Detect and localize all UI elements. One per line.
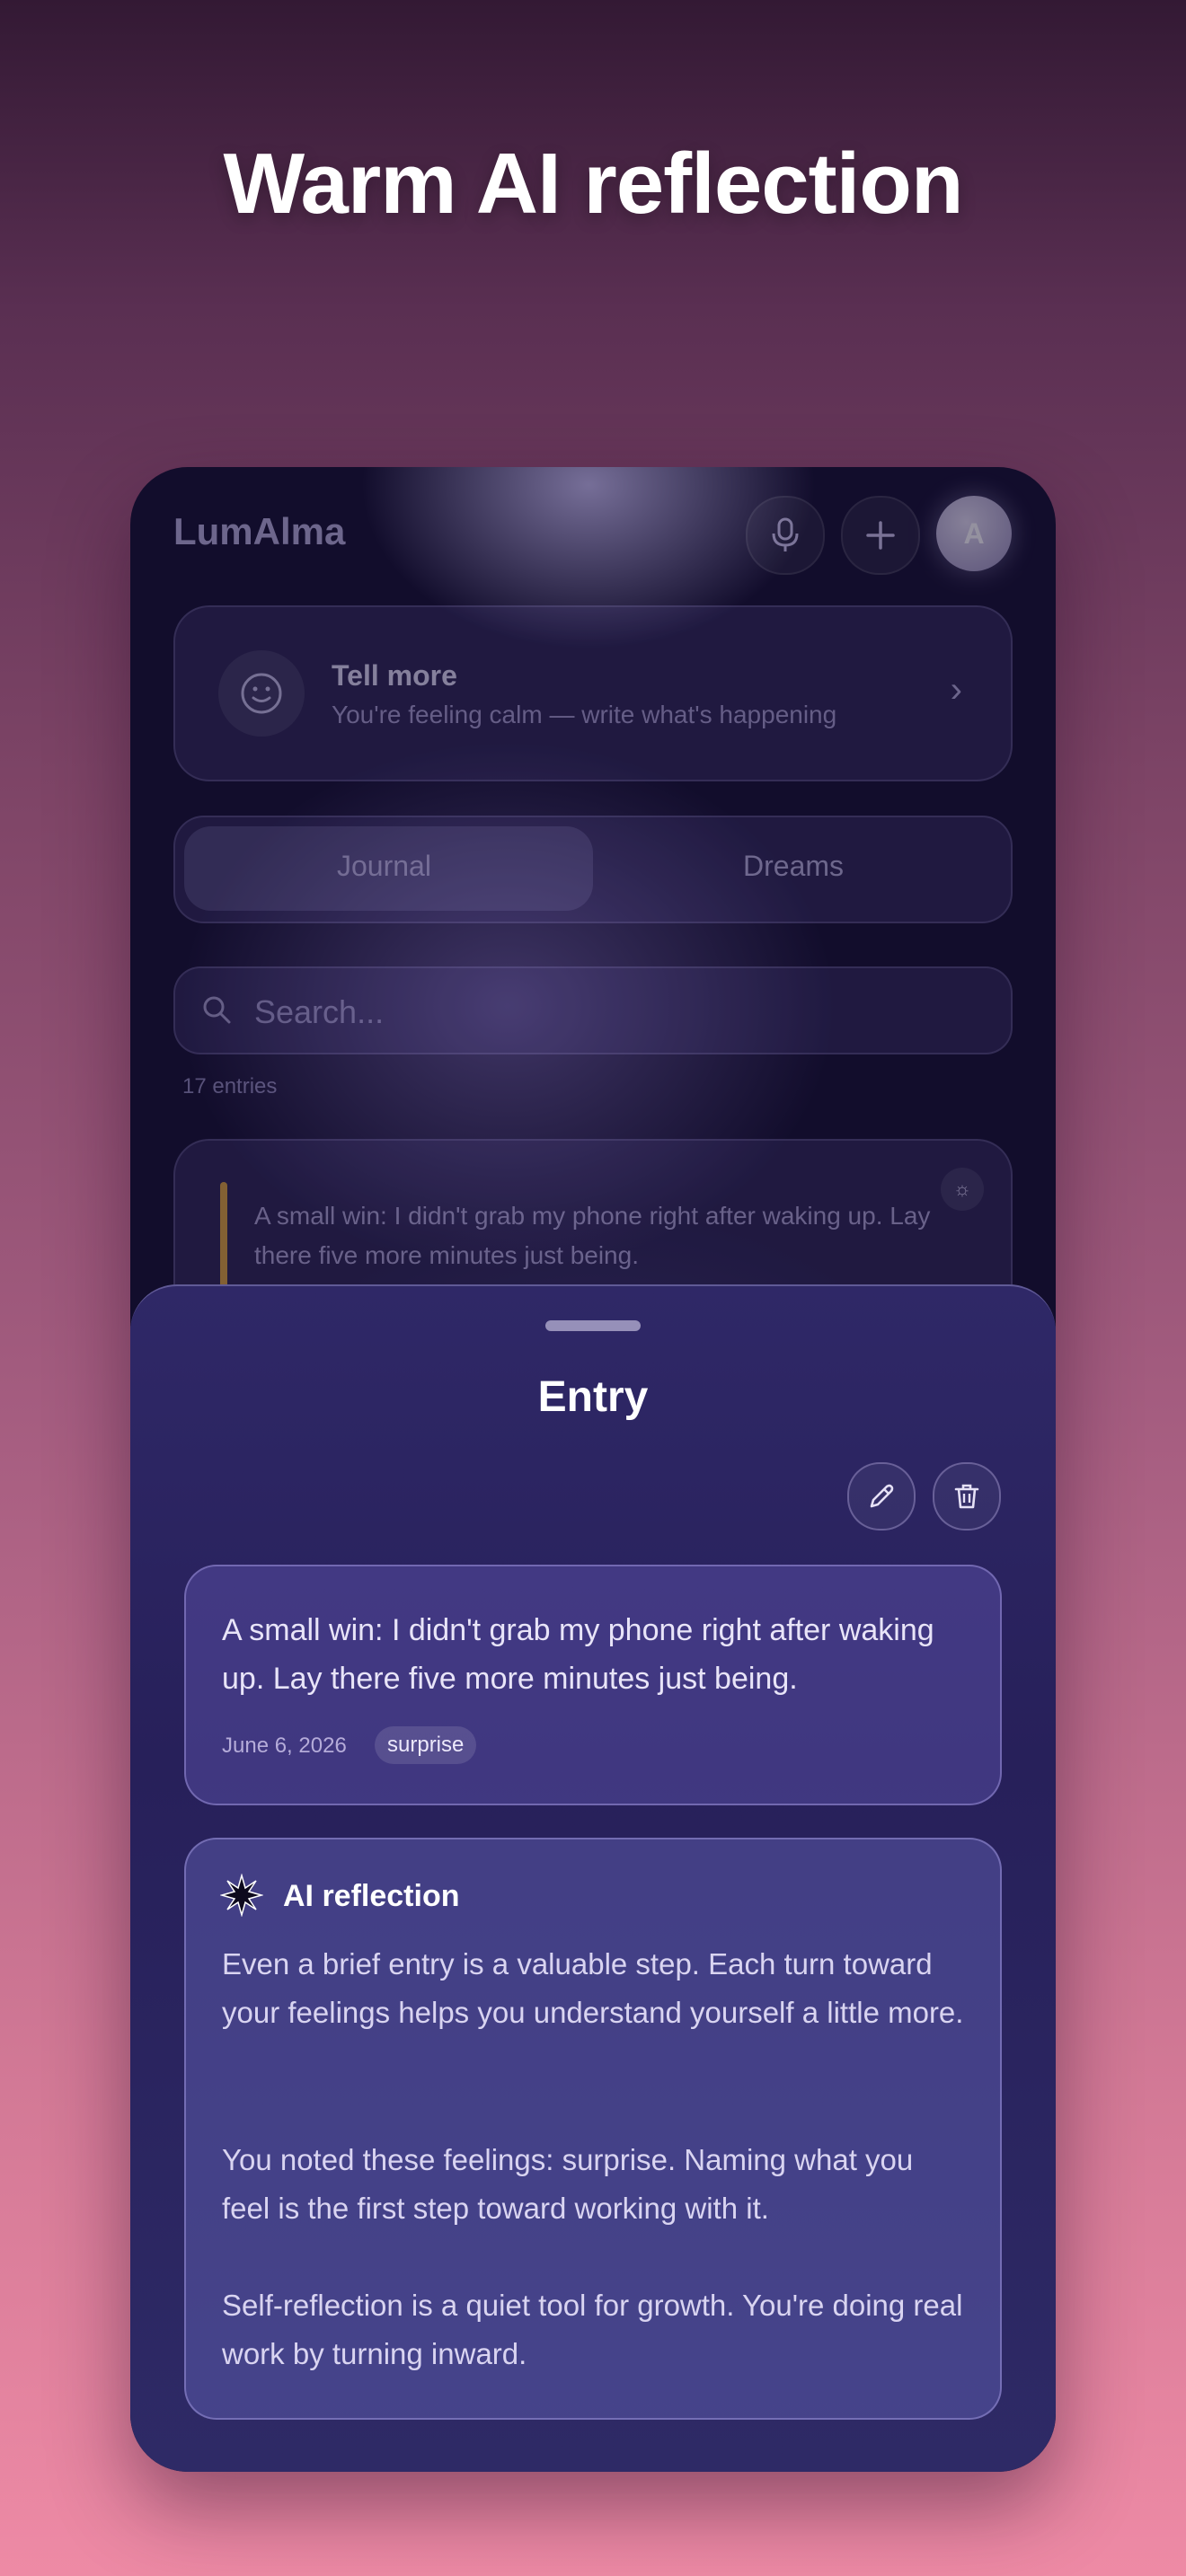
app-brand: LumAlma: [173, 510, 346, 552]
entry-card: A small win: I didn't grab my phone righ…: [184, 1565, 1002, 1805]
tell-more-card[interactable]: Tell more You're feeling calm — write wh…: [173, 605, 1013, 781]
phone-screen: LumAlma A Tell more You're feeling calm …: [130, 467, 1056, 2472]
tab-dreams[interactable]: Dreams: [743, 850, 844, 883]
edit-button[interactable]: [847, 1462, 916, 1531]
sheet-title: Entry: [537, 1373, 649, 1421]
search-bar[interactable]: Search...: [173, 966, 1013, 1054]
delete-button[interactable]: [933, 1462, 1001, 1531]
entry-date: June 6, 2026: [222, 1734, 347, 1758]
emotion-tag: surprise: [375, 1726, 477, 1764]
tell-more-subtitle: You're feeling calm — write what's happe…: [332, 701, 837, 728]
smile-icon: [218, 650, 305, 737]
search-input[interactable]: Search...: [254, 993, 384, 1031]
journal-dreams-toggle: Journal Dreams: [173, 816, 1013, 923]
avatar[interactable]: A: [936, 496, 1012, 571]
ai-reflection-title: AI reflection: [283, 1879, 460, 1913]
microphone-icon: [772, 517, 799, 551]
ai-reflection-paragraph: Even a brief entry is a valuable step. E…: [222, 1947, 964, 2029]
mic-button[interactable]: [746, 496, 825, 575]
ai-reflection-paragraph: Self-reflection is a quiet tool for grow…: [222, 2289, 963, 2370]
tab-journal-label: Journal: [337, 850, 431, 882]
search-icon: [203, 996, 231, 1024]
ai-reflection-paragraph: You noted these feelings: surprise. Nami…: [222, 2143, 914, 2225]
tell-more-title: Tell more: [332, 659, 457, 692]
sparkle-icon: [220, 1874, 263, 1917]
chevron-right-icon: ›: [950, 670, 962, 710]
pencil-icon: [870, 1484, 894, 1508]
entry-sheet: Entry A small win: I didn't grab my phon…: [130, 1284, 1056, 2472]
trash-icon: [954, 1484, 979, 1509]
headline: Warm AI reflection: [223, 136, 963, 232]
ai-reflection-card: AI reflection Even a brief entry is a va…: [184, 1838, 1002, 2420]
add-entry-button[interactable]: [841, 496, 920, 575]
plus-icon: [866, 521, 895, 550]
entry-text: A small win: I didn't grab my phone righ…: [222, 1613, 934, 1696]
sun-icon: ☼: [941, 1168, 984, 1211]
sheet-drag-handle[interactable]: [545, 1320, 641, 1331]
entries-count: 17 entries: [182, 1074, 278, 1098]
entry-preview-text: A small win: I didn't grab my phone righ…: [254, 1202, 931, 1269]
